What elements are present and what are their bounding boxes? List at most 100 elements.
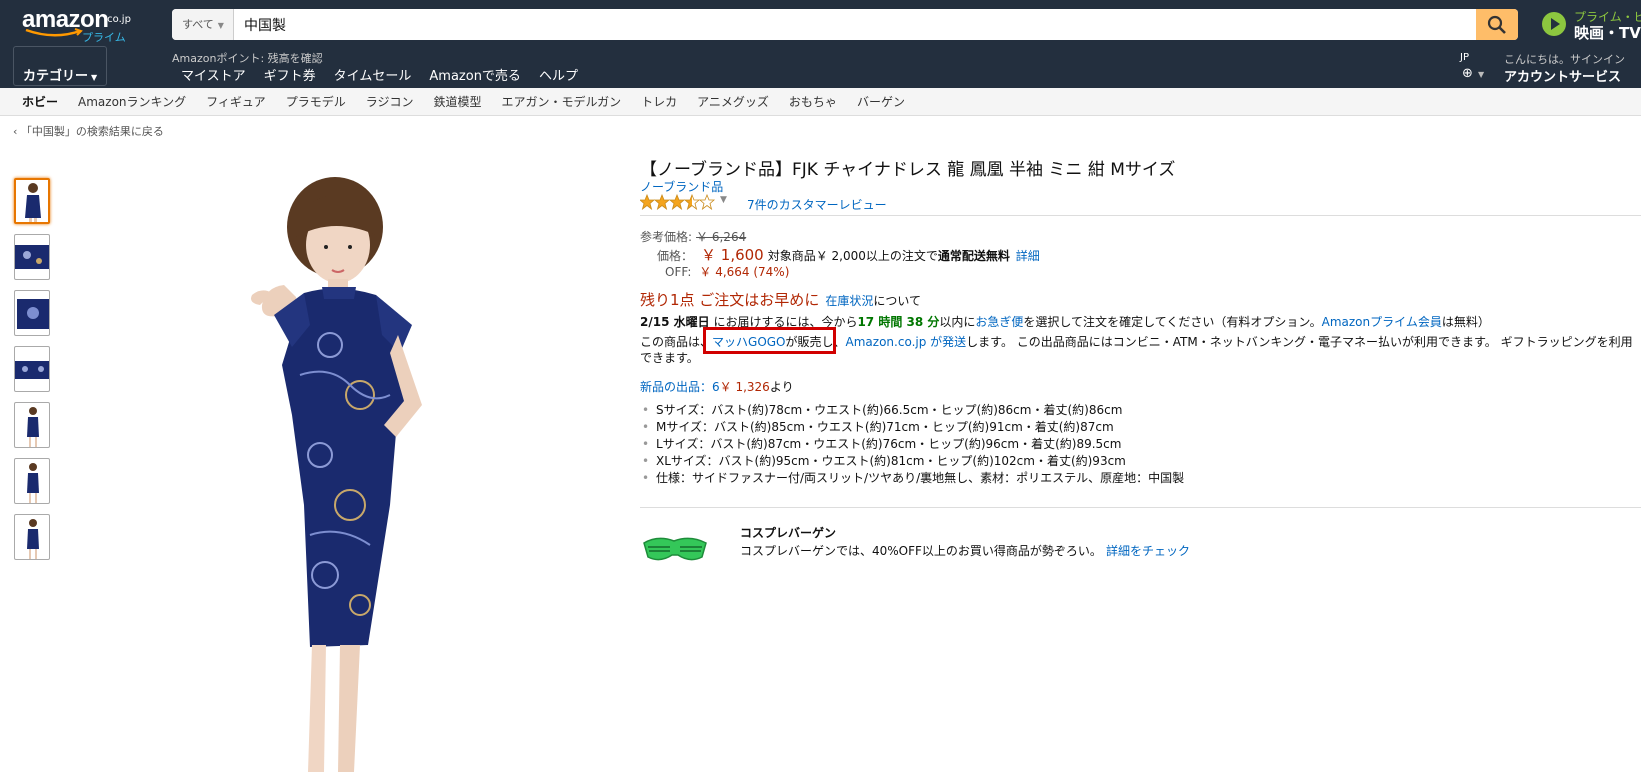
delivery-after: 以内に [939, 315, 976, 329]
chevron-down-icon: ▼ [91, 73, 98, 82]
breadcrumb[interactable]: ‹ 「中国製」の検索結果に戻る [13, 123, 164, 139]
express-link[interactable]: お急ぎ便 [975, 315, 1023, 329]
feature-item: Mサイズ：バスト(約)85cm・ウエスト(約)71cm・ヒップ(約)91cm・着… [640, 419, 1184, 436]
seller-prefix: この商品は、 [640, 335, 713, 349]
savings-label: OFF: [665, 265, 692, 279]
search-department-select[interactable]: すべて ▼ [172, 9, 234, 40]
new-offers-price: ￥ 1,326 [719, 380, 770, 394]
subnav-item-ranking[interactable]: Amazonランキング [78, 93, 186, 110]
category-label: カテゴリー [23, 69, 89, 84]
chevron-down-icon: ▼ [217, 21, 224, 30]
price-label: 価格： [657, 249, 694, 263]
nav-link-help[interactable]: ヘルプ [539, 65, 578, 84]
shipping-prefix: 対象商品￥ 2,000以上の注文で [767, 249, 938, 263]
free-shipping-label: 通常配送無料 [937, 249, 1010, 263]
subnav-item-railway[interactable]: 鉄道模型 [433, 93, 481, 110]
header-bottom: カテゴリー ▼ Amazonポイント: 残高を確認 マイストア ギフト券 タイムセ… [0, 46, 1641, 88]
promo-text: コスプレバーゲンでは、40%OFF以上のお買い得商品が勢ぞろい。 詳細をチェック [740, 542, 1190, 559]
language-selector[interactable]: JP ⊕ ▼ [1460, 52, 1490, 81]
prime-video-link[interactable]: プライム・ビ 映画・TV番 [1540, 8, 1641, 42]
new-offers-link[interactable]: 新品の出品：6 [640, 380, 720, 394]
stock-status: 残り1点 ご注文はお早めに 在庫状況について [640, 289, 921, 310]
delivery-tail: を選択して注文を確定してください（有料オプション。 [1023, 315, 1322, 329]
product-main-image[interactable] [200, 175, 550, 772]
lang-code: JP [1460, 52, 1469, 63]
brand-link[interactable]: ノーブランド品 [640, 178, 723, 195]
chevron-down-icon[interactable]: ▼ [720, 195, 727, 205]
subnav-item-plamodel[interactable]: プラモデル [286, 93, 346, 110]
search-bar: すべて ▼ [172, 9, 1518, 40]
divider [640, 215, 1641, 216]
subnav-item-figure[interactable]: フィギュア [206, 93, 266, 110]
amazon-logo[interactable]: amazon .co.jp プライム [22, 6, 142, 44]
subnav-item-airgun[interactable]: エアガン・モデルガン [501, 93, 621, 110]
subnav-item-trading-card[interactable]: トレカ [641, 93, 677, 110]
chevron-down-icon: ▼ [1478, 70, 1485, 79]
subnav-item-radiocon[interactable]: ラジコン [366, 93, 414, 110]
thumbnail-6[interactable] [14, 458, 50, 504]
shipping-info: 対象商品￥ 2,000以上の注文で通常配送無料 [768, 249, 1010, 263]
star-icon [683, 194, 701, 210]
subnav-item-bargain[interactable]: バーゲン [857, 93, 905, 110]
smile-arrow-icon [25, 28, 83, 37]
promo-title: コスプレバーゲン [740, 526, 837, 540]
globe-icon: ⊕ [1462, 66, 1473, 81]
nav-link-timesale[interactable]: タイムセール [334, 65, 412, 84]
logo-prime: プライム [82, 31, 126, 44]
thumbnail-1[interactable] [14, 178, 50, 224]
fulfilled-by-amazon-link[interactable]: Amazon.co.jp が発送 [846, 335, 967, 349]
thumbnail-2[interactable] [14, 234, 50, 280]
nav-link-mystore[interactable]: マイストア [181, 65, 246, 84]
subnav-item-anime[interactable]: アニメグッズ [697, 93, 769, 110]
search-input[interactable] [236, 9, 1452, 40]
price-row: 価格： ￥ 1,600 対象商品￥ 2,000以上の注文で通常配送無料 詳細 [657, 244, 1040, 265]
points-link[interactable]: Amazonポイント: 残高を確認 [172, 50, 323, 66]
sunglasses-icon[interactable] [640, 525, 710, 571]
list-price-label: 参考価格: [640, 230, 693, 244]
account-label: アカウントサービス [1504, 70, 1622, 85]
shipping-detail-link[interactable]: 詳細 [1016, 249, 1040, 263]
promo-detail-link[interactable]: 詳細をチェック [1106, 544, 1190, 558]
thumbnail-7[interactable] [14, 514, 50, 560]
reviews-link[interactable]: 7件のカスタマーレビュー [747, 196, 887, 213]
feature-item: 仕様：サイドファスナー付/両スリット/ツヤあり/裏地無し、素材：ポリエステル、原… [640, 470, 1184, 487]
delivery-countdown: 17 時間 38 分 [857, 315, 940, 329]
savings-value: ￥ 4,664 (74%) [699, 265, 790, 279]
star-rating[interactable] [640, 194, 718, 210]
feature-item: Lサイズ：バスト(約)87cm・ウエスト(約)76cm・ヒップ(約)96cm・着… [640, 436, 1184, 453]
stock-message: 残り1点 ご注文はお早めに [640, 291, 820, 309]
new-offers: 新品の出品：6￥ 1,326より [640, 378, 794, 395]
search-button[interactable] [1476, 9, 1518, 40]
thumbnail-4[interactable] [14, 346, 50, 392]
feature-bullets: Sサイズ：バスト(約)78cm・ウエスト(約)66.5cm・ヒップ(約)86cm… [640, 402, 1184, 487]
thumbnail-5[interactable] [14, 402, 50, 448]
highlight-annotation-box [703, 327, 836, 354]
promo-description: コスプレバーゲンでは、40%OFF以上のお買い得商品が勢ぞろい。 [740, 544, 1102, 558]
subnav-item-hobby[interactable]: ホビー [22, 93, 58, 110]
star-icon [653, 194, 671, 210]
category-button[interactable]: カテゴリー ▼ [13, 46, 107, 86]
star-icon [698, 194, 716, 210]
header-top: amazon .co.jp プライム すべて▼ プライム・ビ 映画・TV番 [0, 0, 1641, 46]
list-price: ￥ 6,264 [696, 230, 747, 244]
price-value: ￥ 1,600 [701, 246, 764, 264]
star-icon [668, 194, 686, 210]
seller-info: この商品は、マッハGOGOが販売し、Amazon.co.jp が発送します。 こ… [640, 327, 1640, 366]
thumbnail-3[interactable] [14, 290, 50, 336]
divider [640, 507, 1641, 508]
stock-info-link[interactable]: 在庫状況 [825, 294, 873, 308]
nav-links: マイストア ギフト券 タイムセール Amazonで売る ヘルプ [181, 65, 596, 84]
nav-link-sell[interactable]: Amazonで売る [429, 65, 521, 84]
savings-row: OFF: ￥ 4,664 (74%) [665, 263, 789, 280]
subnav-item-toys[interactable]: おもちゃ [789, 93, 837, 110]
new-offers-tail: より [769, 380, 794, 394]
star-icon [640, 194, 656, 210]
thumbnail-strip [14, 178, 52, 570]
nav-link-giftcard[interactable]: ギフト券 [264, 65, 316, 84]
prime-member-link[interactable]: Amazonプライム会員 [1322, 315, 1442, 329]
feature-item: Sサイズ：バスト(約)78cm・ウエスト(約)66.5cm・ヒップ(約)86cm… [640, 402, 1184, 419]
delivery-date: 2/15 水曜日 [640, 315, 710, 329]
play-icon [1542, 12, 1566, 36]
delivery-end: は無料） [1441, 315, 1490, 329]
account-menu[interactable]: こんにちは。サインイン アカウントサービス [1504, 51, 1625, 85]
